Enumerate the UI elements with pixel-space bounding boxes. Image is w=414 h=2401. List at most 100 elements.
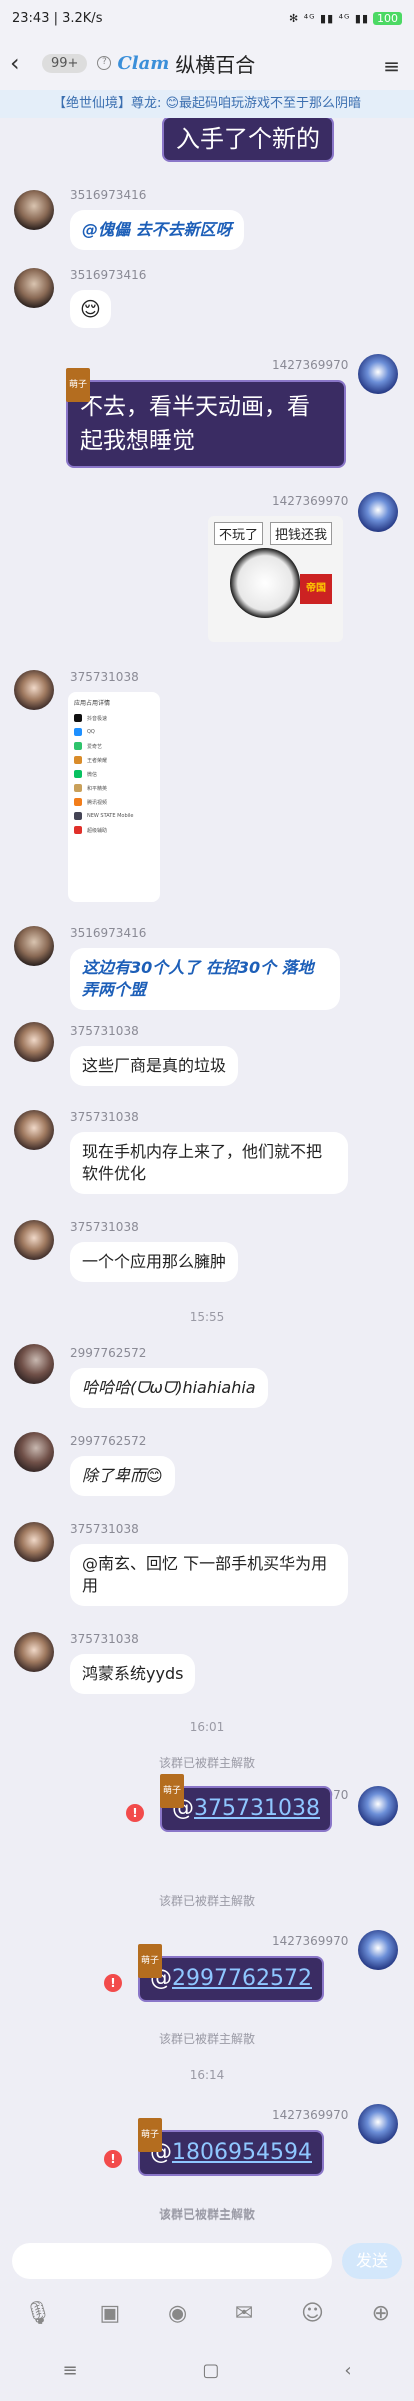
sender-id: 2997762572 — [70, 1346, 147, 1360]
avatar[interactable] — [14, 1344, 54, 1384]
message-bubble[interactable]: 萌子 @375731038 — [160, 1774, 332, 1832]
status-bar: 23:43 | 3.2K/s ✻ ⁴ᴳ ▮▮ ⁴ᴳ ▮▮ 100 — [0, 0, 414, 36]
message-bubble[interactable]: 鸿蒙系统yyds — [70, 1654, 196, 1694]
avatar[interactable] — [14, 1522, 54, 1562]
battery-icon: 100 — [373, 11, 402, 25]
message-bubble[interactable]: 萌子 @2997762572 — [138, 1944, 324, 2002]
timestamp: 16:01 — [189, 1720, 225, 1734]
red-packet-icon[interactable]: ✉ — [235, 2301, 253, 2326]
send-button[interactable]: 发送 — [342, 2243, 402, 2279]
avatar[interactable] — [14, 926, 54, 966]
sender-id: 375731038 — [70, 1522, 139, 1536]
back-arrow-icon[interactable]: ‹ — [10, 49, 34, 77]
message-bubble[interactable]: 😌 — [70, 290, 111, 328]
system-notice: 该群已被群主解散 — [158, 1756, 255, 1770]
member-tag: 萌子 — [160, 1774, 185, 1808]
avatar[interactable] — [358, 492, 398, 532]
sender-id: 1427369970 — [272, 1934, 349, 1948]
status-icons: ✻ ⁴ᴳ ▮▮ ⁴ᴳ ▮▮ — [289, 11, 369, 25]
message-input[interactable] — [12, 2243, 332, 2279]
message-bubble[interactable]: 萌子 不去，看半天动画，看起我想睡觉 — [66, 368, 346, 468]
image-icon[interactable]: ▣ — [99, 2301, 120, 2326]
avatar[interactable] — [14, 190, 54, 230]
app-row: 腾讯视频 — [68, 795, 160, 809]
avatar[interactable] — [14, 670, 54, 710]
sticker-flag: 帝国 — [300, 574, 332, 604]
mention-link[interactable]: 1806954594 — [172, 2140, 312, 2165]
sender-id: 3516973416 — [70, 268, 147, 282]
app-row: 超级辅助 — [68, 823, 160, 837]
notice-banner[interactable]: 【绝世仙境】尊龙: 😊最起码咱玩游戏不至于那么阴暗 — [0, 90, 414, 118]
member-tag: 萌子 — [66, 368, 91, 402]
message-text: 不去，看半天动画，看起我想睡觉 — [80, 394, 310, 454]
send-failed-icon[interactable]: ! — [126, 1804, 144, 1822]
message-bubble[interactable]: 除了卑而😊 — [70, 1456, 175, 1496]
sender-id: 2997762572 — [70, 1434, 147, 1448]
message-bubble[interactable]: 萌子 @1806954594 — [138, 2118, 324, 2176]
menu-nav-icon[interactable]: ≡ — [62, 2360, 77, 2381]
chat-header: ‹ 99+ ? Clam 纵横百合 ≡ — [0, 36, 414, 90]
menu-icon[interactable]: ≡ — [383, 54, 400, 78]
back-nav-icon[interactable]: ‹ — [344, 2360, 351, 2381]
emoji-icon[interactable]: ☺ — [301, 2301, 324, 2326]
message-bubble[interactable]: 这边有30个人了 在招30个 落地弄两个盟 — [70, 948, 340, 1010]
app-row: 微信 — [68, 767, 160, 781]
group-title[interactable]: 纵横百合 — [175, 49, 255, 78]
message-bubble[interactable]: 入手了个新的 — [162, 118, 334, 162]
avatar[interactable] — [358, 1930, 398, 1970]
app-row: 和平精英 — [68, 781, 160, 795]
avatar[interactable] — [358, 2104, 398, 2144]
avatar[interactable] — [14, 1220, 54, 1260]
message-bubble[interactable]: 现在手机内存上来了，他们就不把软件优化 — [70, 1132, 348, 1194]
system-notice: 该群已被群主解散 — [158, 1894, 255, 1908]
app-row: 王者荣耀 — [68, 753, 160, 767]
message-bubble[interactable]: 这些厂商是真的垃圾 — [70, 1046, 239, 1086]
message-bubble[interactable]: 一个个应用那么臃肿 — [70, 1242, 239, 1282]
sender-id: 1427369970 — [272, 358, 349, 372]
sender-id: 375731038 — [70, 1024, 139, 1038]
sender-id: 375731038 — [70, 670, 139, 684]
sender-id: 375731038 — [70, 1632, 139, 1646]
screenshot-image[interactable]: 应用占用详情 抖音极速 QQ 爱奇艺 王者荣耀 微信 和平精英 腾讯视频 NEW… — [68, 692, 160, 902]
message-bubble[interactable]: 哈哈哈(ᗜωᗜ)hiahiahia — [70, 1368, 268, 1408]
message-bubble[interactable]: @南玄、回忆 下一部手机买华为用用 — [70, 1544, 348, 1606]
avatar[interactable] — [14, 268, 54, 308]
mention-link[interactable]: 375731038 — [194, 1796, 320, 1821]
sticker-text: 把钱还我 — [270, 522, 333, 545]
app-row: NEW STATE Mobile — [68, 809, 160, 823]
unread-badge[interactable]: 99+ — [42, 53, 88, 73]
status-time: 23:43 | 3.2K/s — [12, 10, 103, 26]
sender-id: 1427369970 — [272, 494, 349, 508]
system-notice: 该群已被群主解散 — [158, 2032, 255, 2046]
sticker-image[interactable]: 不玩了 把钱还我 帝国 — [208, 516, 343, 642]
panda-face-image — [230, 548, 300, 618]
avatar[interactable] — [14, 1022, 54, 1062]
app-row: 抖音极速 — [68, 711, 160, 725]
system-nav-bar: ≡ ▢ ‹ — [0, 2339, 414, 2401]
screenshot-title: 应用占用详情 — [74, 700, 111, 707]
member-tag: 萌子 — [138, 1944, 163, 1978]
mention-link[interactable]: 2997762572 — [172, 1966, 312, 1991]
send-failed-icon[interactable]: ! — [104, 2150, 122, 2168]
sender-id: 3516973416 — [70, 188, 147, 202]
avatar[interactable] — [14, 1110, 54, 1150]
system-notice: 该群已被群主解散 — [158, 2207, 255, 2221]
avatar[interactable] — [358, 354, 398, 394]
camera-icon[interactable]: ◉ — [168, 2301, 187, 2326]
timestamp: 15:55 — [189, 1310, 225, 1324]
input-toolbar: 🎙 ▣ ◉ ✉ ☺ ⊕ — [0, 2287, 414, 2339]
plus-icon[interactable]: ⊕ — [372, 2301, 390, 2326]
avatar[interactable] — [14, 1432, 54, 1472]
sender-id: 375731038 — [70, 1110, 139, 1124]
home-nav-icon[interactable]: ▢ — [202, 2360, 219, 2381]
help-icon[interactable]: ? — [97, 56, 112, 70]
send-failed-icon[interactable]: ! — [104, 1974, 122, 1992]
microphone-icon[interactable]: 🎙 — [24, 2301, 52, 2326]
app-row: QQ — [68, 725, 160, 739]
avatar[interactable] — [14, 1632, 54, 1672]
input-bar: 发送 — [0, 2235, 414, 2287]
avatar[interactable] — [358, 1786, 398, 1826]
member-tag: 萌子 — [138, 2118, 163, 2152]
app-row: 爱奇艺 — [68, 739, 160, 753]
message-bubble[interactable]: @傀儡 去不去新区呀 — [70, 210, 244, 250]
